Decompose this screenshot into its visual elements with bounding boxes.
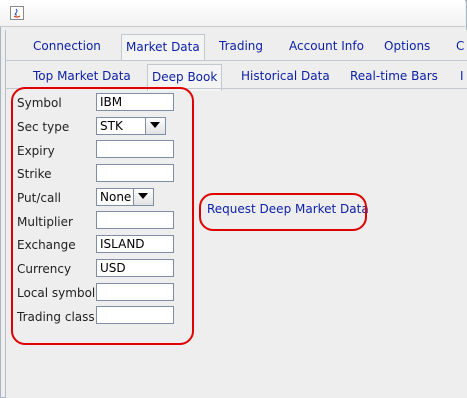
form-highlight-outline bbox=[11, 87, 194, 345]
title-bar bbox=[0, 0, 465, 27]
tab-top-market-data[interactable]: Top Market Data bbox=[33, 62, 131, 90]
sub-tab-bar: Top Market Data Deep Book Historical Dat… bbox=[5, 62, 467, 91]
main-tab-divider bbox=[5, 60, 467, 61]
main-tab-bar: Connection Market Data Trading Account I… bbox=[5, 32, 467, 61]
tab-market-data[interactable]: Market Data bbox=[121, 34, 205, 61]
button-highlight-outline bbox=[199, 193, 367, 231]
tab-options[interactable]: Options bbox=[384, 32, 430, 60]
tab-historical-data[interactable]: Historical Data bbox=[241, 62, 330, 90]
tab-connection[interactable]: Connection bbox=[33, 32, 101, 60]
tab-trading[interactable]: Trading bbox=[219, 32, 263, 60]
java-app-icon[interactable] bbox=[10, 6, 24, 20]
tab-real-time-bars[interactable]: Real-time Bars bbox=[350, 62, 438, 90]
tab-account-info[interactable]: Account Info bbox=[289, 32, 364, 60]
tab-sub-overflow[interactable]: I bbox=[460, 62, 464, 90]
tab-overflow[interactable]: C bbox=[456, 32, 464, 60]
